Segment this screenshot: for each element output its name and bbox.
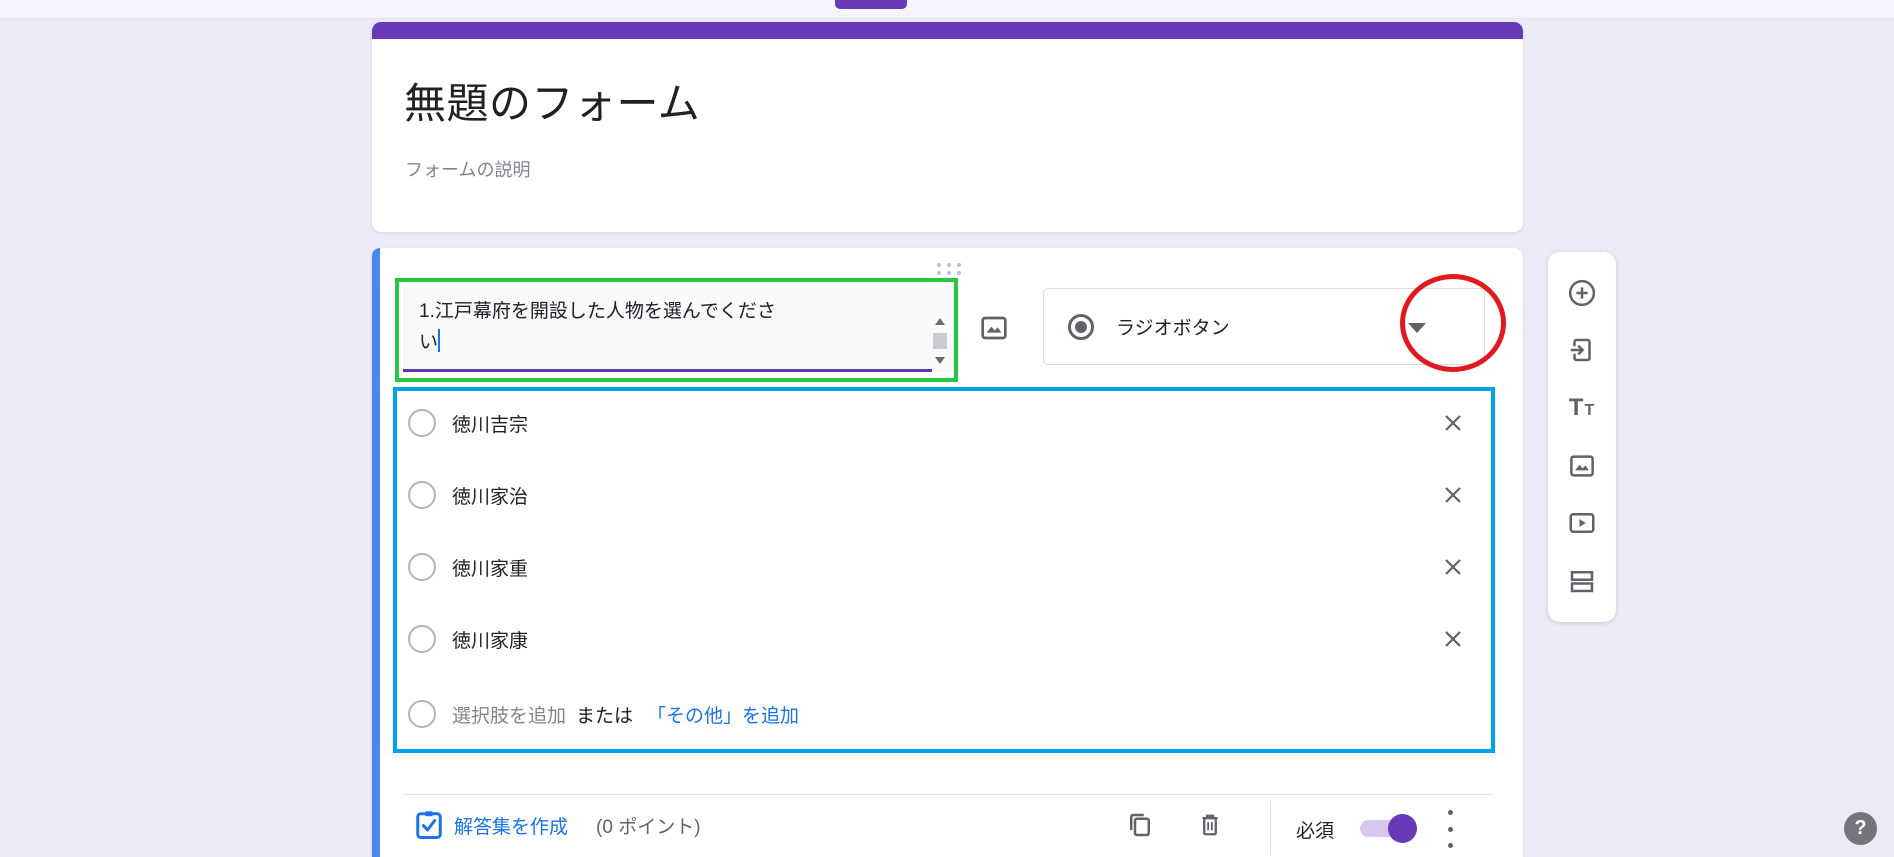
duplicate-icon bbox=[1125, 810, 1155, 840]
top-strip bbox=[0, 0, 1894, 19]
footer-divider bbox=[403, 794, 1493, 795]
close-icon bbox=[1441, 483, 1465, 507]
duplicate-question-button[interactable] bbox=[1125, 810, 1155, 840]
focus-underline bbox=[403, 369, 932, 372]
radio-circle-icon bbox=[408, 625, 436, 653]
image-icon bbox=[1567, 451, 1597, 481]
remove-option-1-button[interactable] bbox=[1440, 410, 1466, 436]
remove-option-4-button[interactable] bbox=[1440, 626, 1466, 652]
add-video-button[interactable] bbox=[1562, 503, 1602, 543]
help-button[interactable]: ? bbox=[1844, 812, 1877, 845]
radio-circle-icon bbox=[408, 409, 436, 437]
kebab-dot bbox=[1448, 810, 1453, 815]
close-icon bbox=[1441, 411, 1465, 435]
form-title-input[interactable]: 無題のフォーム bbox=[404, 70, 700, 131]
active-question-indicator bbox=[372, 248, 380, 857]
chevron-down-icon[interactable] bbox=[1408, 323, 1426, 333]
question-type-label: ラジオボタン bbox=[1116, 313, 1230, 340]
kebab-dot bbox=[1448, 843, 1453, 848]
side-toolbar: TT bbox=[1548, 252, 1616, 622]
required-toggle-knob[interactable] bbox=[1388, 814, 1417, 843]
option-row-3: 徳川家重 bbox=[408, 545, 528, 589]
remove-option-2-button[interactable] bbox=[1440, 482, 1466, 508]
drag-handle-icon[interactable] bbox=[934, 261, 964, 277]
add-section-button[interactable] bbox=[1562, 561, 1602, 601]
close-icon bbox=[1441, 627, 1465, 651]
add-circle-icon bbox=[1567, 278, 1597, 308]
question-card: 1.江戸幕府を開設した人物を選んでくださ い ラジオボタン 徳川吉宗 bbox=[372, 248, 1523, 857]
option-row-2: 徳川家治 bbox=[408, 473, 528, 517]
question-text-field[interactable]: 1.江戸幕府を開設した人物を選んでくださ い bbox=[403, 286, 952, 372]
add-option-row: 選択肢を追加 または 「その他」を追加 bbox=[408, 692, 799, 736]
form-description-input[interactable]: フォームの説明 bbox=[405, 156, 530, 182]
text-tt-icon: TT bbox=[1569, 394, 1595, 422]
option-label[interactable]: 徳川家康 bbox=[452, 626, 528, 653]
scroll-down-icon[interactable] bbox=[935, 357, 945, 364]
required-label-wrap: 必須 bbox=[1296, 816, 1334, 843]
form-header-card: 無題のフォーム フォームの説明 bbox=[372, 22, 1523, 232]
question-type-dropdown[interactable]: ラジオボタン bbox=[1043, 288, 1485, 365]
footer-vertical-divider bbox=[1270, 801, 1271, 855]
close-icon bbox=[1441, 555, 1465, 579]
import-questions-button[interactable] bbox=[1562, 330, 1602, 370]
option-label[interactable]: 徳川吉宗 bbox=[452, 410, 528, 437]
add-other-link[interactable]: 「その他」を追加 bbox=[647, 701, 799, 728]
delete-question-button[interactable] bbox=[1196, 810, 1224, 840]
add-option-button[interactable]: 選択肢を追加 bbox=[452, 701, 566, 728]
video-icon bbox=[1567, 508, 1597, 538]
option-label[interactable]: 徳川家治 bbox=[452, 482, 528, 509]
answer-key-label: 解答集を作成 bbox=[454, 812, 568, 839]
more-options-button[interactable] bbox=[1446, 810, 1454, 848]
option-label[interactable]: 徳川家重 bbox=[452, 554, 528, 581]
text-caret bbox=[438, 329, 440, 352]
radio-circle-icon bbox=[408, 481, 436, 509]
scroll-up-icon[interactable] bbox=[935, 318, 945, 325]
radio-circle-icon bbox=[408, 700, 436, 728]
top-purple-tab bbox=[835, 0, 907, 9]
add-image-to-question-button[interactable] bbox=[976, 310, 1012, 346]
section-icon bbox=[1567, 566, 1597, 596]
scroll-thumb[interactable] bbox=[933, 333, 947, 349]
help-question-mark: ? bbox=[1854, 817, 1866, 840]
add-question-button[interactable] bbox=[1562, 273, 1602, 313]
textarea-scrollbar[interactable] bbox=[931, 314, 950, 368]
question-text-line2: い bbox=[419, 332, 438, 353]
required-label: 必須 bbox=[1296, 816, 1334, 843]
image-icon bbox=[978, 312, 1010, 344]
trash-icon bbox=[1196, 810, 1224, 840]
import-icon bbox=[1567, 335, 1597, 365]
option-row-1: 徳川吉宗 bbox=[408, 401, 528, 445]
add-image-button[interactable] bbox=[1562, 446, 1602, 486]
add-title-text-button[interactable]: TT bbox=[1562, 388, 1602, 428]
theme-color-bar bbox=[372, 22, 1523, 39]
points-label: (0 ポイント) bbox=[596, 812, 701, 839]
or-text: または bbox=[576, 701, 633, 728]
option-row-4: 徳川家康 bbox=[408, 617, 528, 661]
kebab-dot bbox=[1448, 827, 1453, 832]
radio-button-type-icon bbox=[1068, 314, 1094, 340]
question-text-line1: 1.江戸幕府を開設した人物を選んでくださ bbox=[419, 301, 776, 322]
answer-key-button[interactable]: 解答集を作成 (0 ポイント) bbox=[414, 808, 701, 842]
radio-circle-icon bbox=[408, 553, 436, 581]
remove-option-3-button[interactable] bbox=[1440, 554, 1466, 580]
answer-key-icon bbox=[414, 808, 444, 842]
